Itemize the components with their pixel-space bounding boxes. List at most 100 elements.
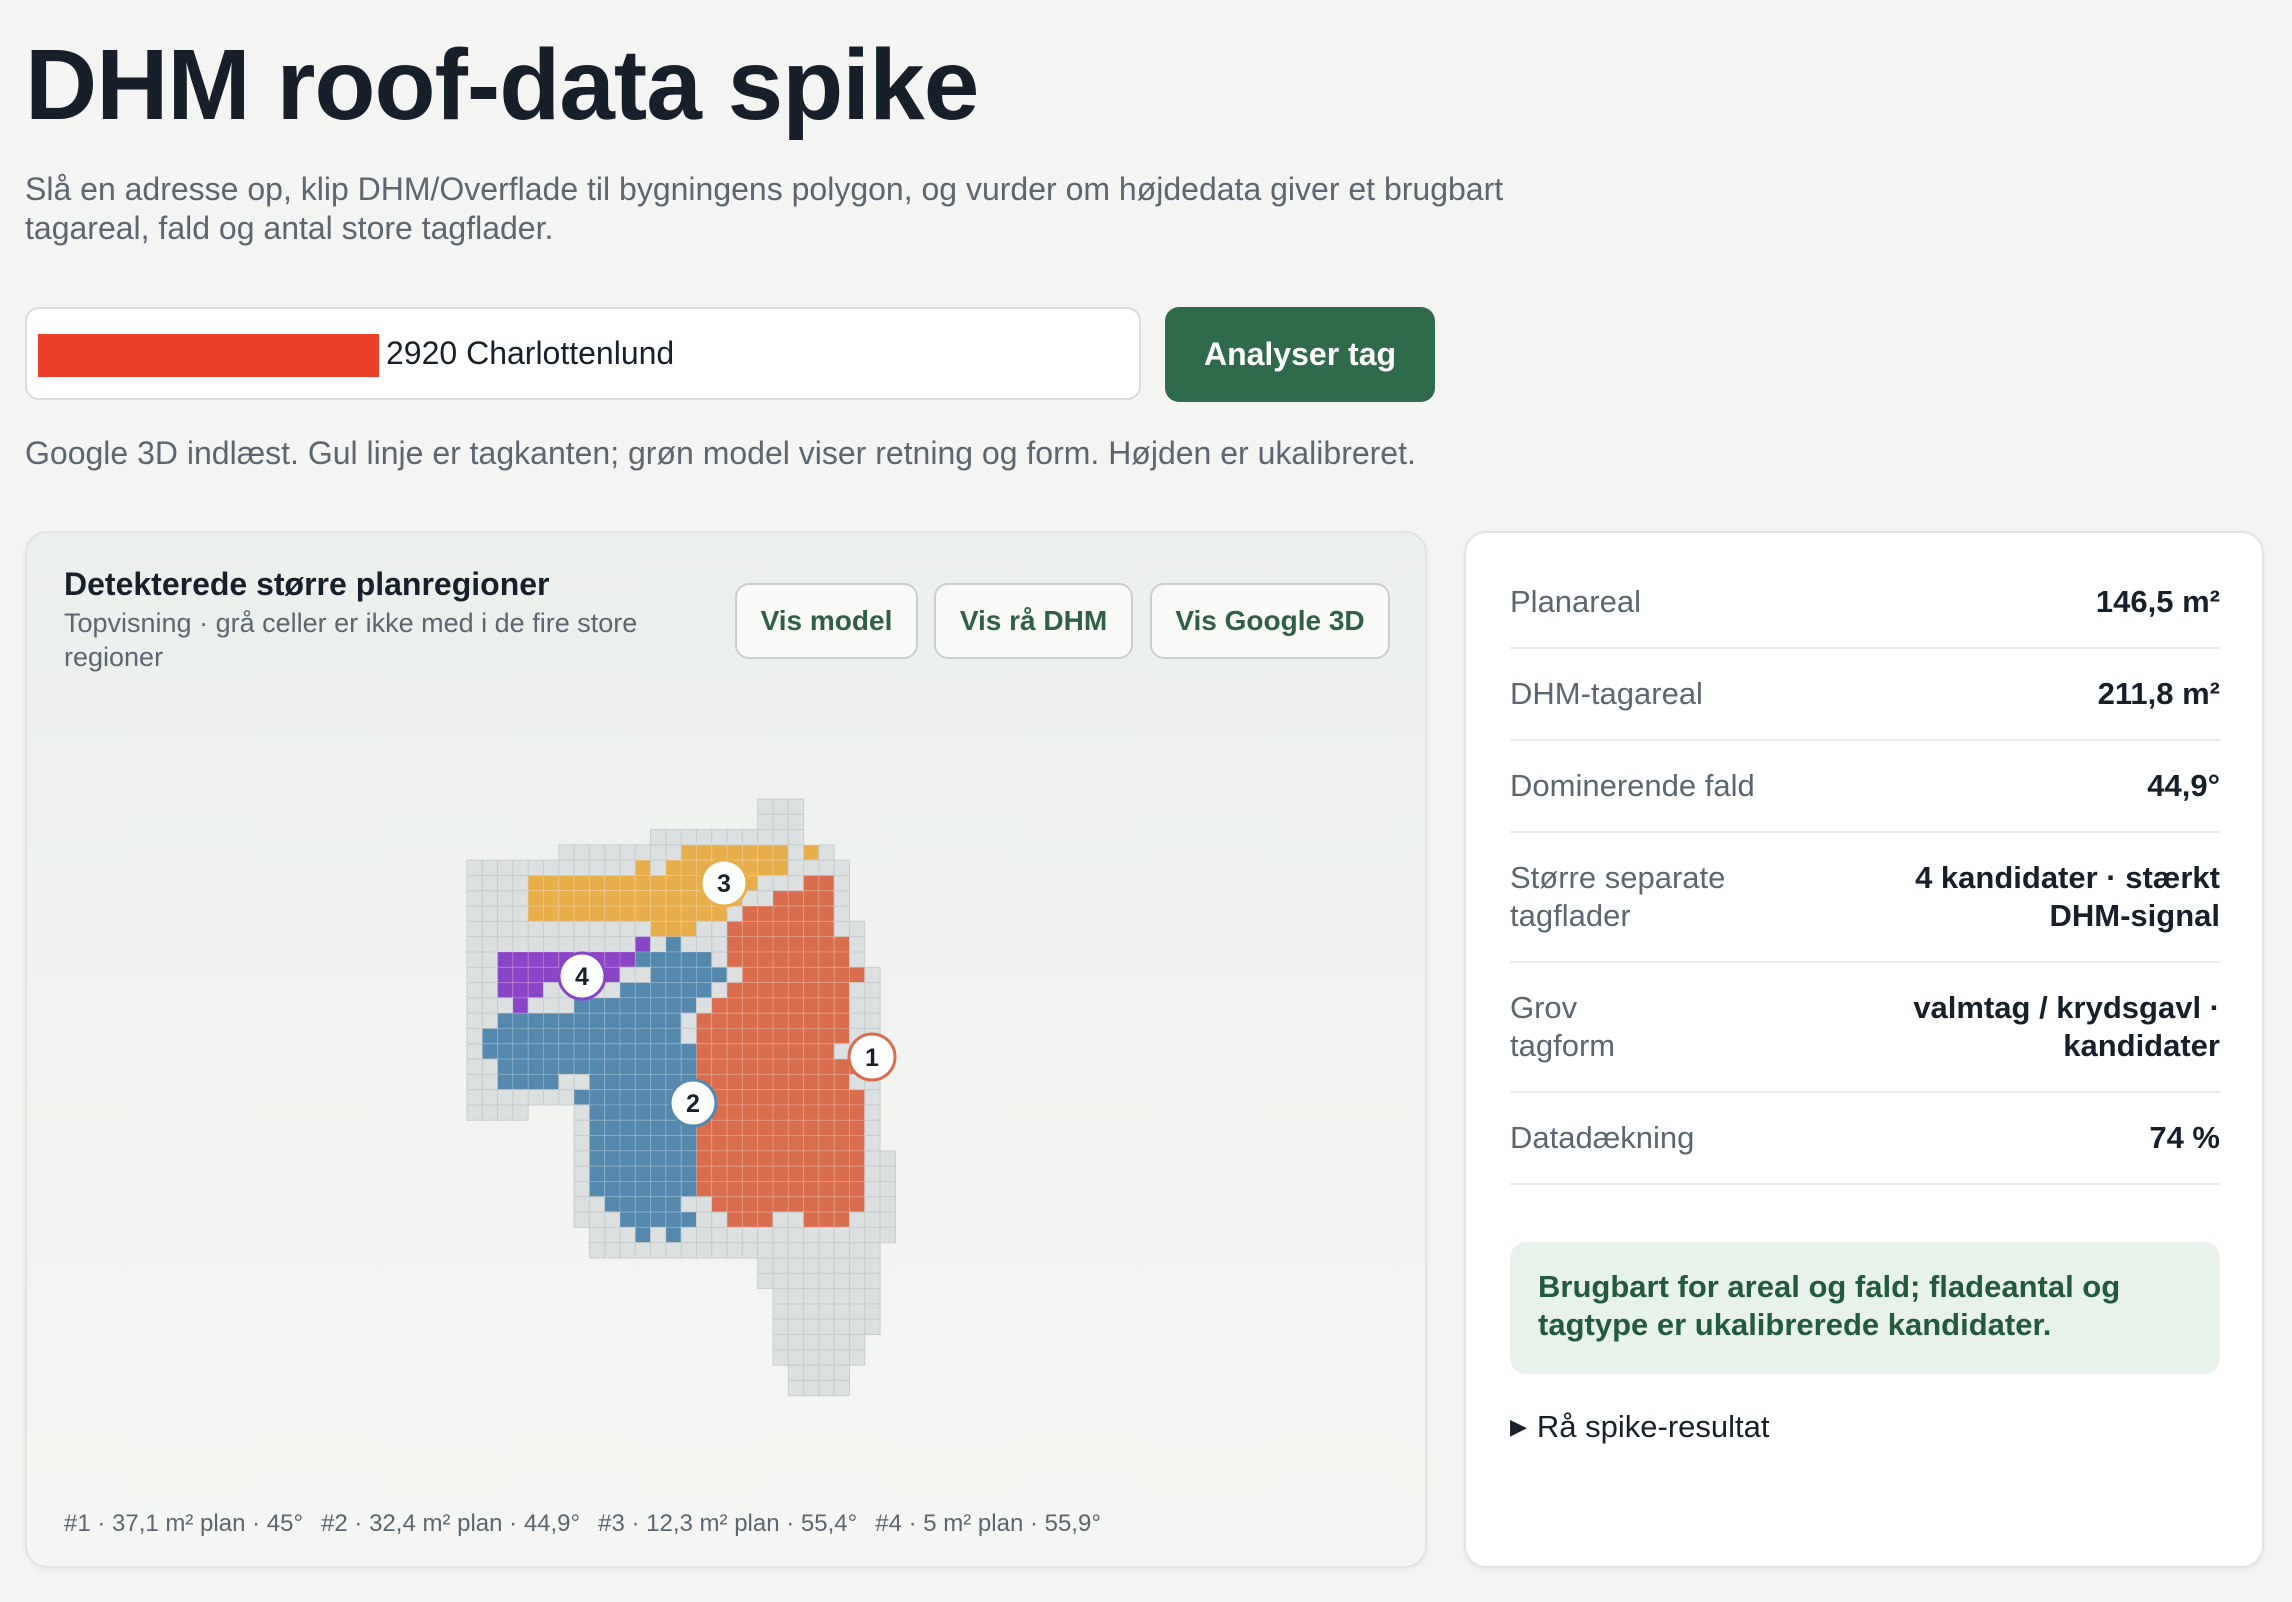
- roof-cell-unassigned: [558, 997, 575, 1014]
- roof-cell-region-2: [665, 1043, 682, 1060]
- roof-cell-region-1: [803, 1104, 820, 1121]
- roof-cell-region-3: [680, 905, 698, 922]
- roof-cell-region-4: [634, 936, 652, 953]
- roof-cell-unassigned: [512, 920, 529, 938]
- roof-cell-region-1: [818, 1012, 835, 1030]
- roof-cell-unassigned: [588, 1196, 606, 1213]
- roof-cell-region-1: [711, 1058, 728, 1075]
- roof-cell-region-1: [772, 1058, 789, 1075]
- roof-cell-region-1: [818, 997, 835, 1014]
- roof-cell-region-3: [680, 920, 698, 938]
- roof-cell-unassigned: [512, 875, 529, 892]
- stat-row-data-coverage: Datadækning 74 %: [1510, 1093, 2220, 1185]
- roof-cell-region-3: [588, 905, 606, 922]
- region-badge-1: 1: [847, 1032, 897, 1082]
- roof-cell-region-1: [818, 1104, 835, 1121]
- roof-cell-unassigned: [757, 1257, 774, 1274]
- roof-cell-region-1: [711, 1181, 728, 1198]
- roof-cell-region-2: [588, 1089, 606, 1106]
- roof-cell-region-1: [757, 1012, 774, 1030]
- roof-cell-unassigned: [481, 936, 499, 953]
- roof-cell-region-1: [803, 905, 820, 922]
- roof-cell-region-1: [772, 936, 789, 953]
- roof-cell-region-3: [696, 905, 713, 922]
- roof-cell-region-2: [573, 1043, 590, 1060]
- roof-cell-region-1: [772, 1165, 789, 1183]
- roof-cell-unassigned: [787, 1226, 805, 1244]
- roof-cell-region-2: [680, 982, 698, 999]
- roof-cell-region-1: [787, 982, 805, 999]
- roof-cell-region-3: [619, 905, 636, 922]
- roof-cell-region-2: [558, 1012, 575, 1030]
- stat-list: Planareal 146,5 m² DHM-tagareal 211,8 m²…: [1510, 557, 2220, 1185]
- roof-cell-region-3: [543, 890, 560, 907]
- roof-cell-region-2: [619, 997, 636, 1014]
- roof-cell-region-2: [588, 1165, 606, 1183]
- roof-cell-region-2: [604, 1150, 621, 1167]
- roof-cell-region-2: [527, 1043, 545, 1060]
- analyze-roof-button[interactable]: Analyser tag: [1165, 307, 1435, 402]
- roof-cell-region-4: [512, 997, 529, 1014]
- roof-cell-region-2: [619, 1073, 636, 1091]
- roof-cell-region-3: [711, 844, 728, 861]
- roof-cell-region-2: [588, 1028, 606, 1045]
- roof-cell-unassigned: [726, 905, 743, 922]
- raw-result-toggle[interactable]: ▶ Rå spike-resultat: [1510, 1409, 1770, 1445]
- roof-cell-region-3: [665, 875, 682, 892]
- roof-cell-unassigned: [497, 875, 514, 892]
- roof-cell-unassigned: [833, 1272, 851, 1290]
- stat-row-roof-faces: Større separate tagflader 4 kandidater ·…: [1510, 833, 2220, 963]
- roof-cell-region-1: [757, 1058, 774, 1075]
- roof-cell-unassigned: [787, 844, 805, 861]
- roof-cell-unassigned: [573, 1104, 590, 1121]
- roof-cell-unassigned: [466, 966, 483, 984]
- roof-cell-region-2: [619, 1211, 636, 1228]
- roof-cell-region-1: [726, 1058, 743, 1075]
- roof-cell-unassigned: [680, 1226, 698, 1244]
- roof-cell-region-1: [787, 1073, 805, 1091]
- roof-cell-region-1: [741, 1058, 759, 1075]
- roof-cell-unassigned: [803, 1334, 820, 1351]
- roof-cell-unassigned: [864, 1272, 881, 1290]
- roof-cell-unassigned: [787, 1364, 805, 1381]
- roof-cell-unassigned: [634, 1242, 652, 1259]
- roof-cell-region-1: [818, 1058, 835, 1075]
- roof-cell-region-1: [833, 1196, 851, 1213]
- roof-cell-region-2: [604, 1012, 621, 1030]
- roof-cell-unassigned: [527, 859, 545, 877]
- roof-cell-region-3: [680, 890, 698, 907]
- roof-cell-unassigned: [864, 1226, 881, 1244]
- roof-cell-region-1: [818, 1043, 835, 1060]
- roof-cell-unassigned: [481, 966, 499, 984]
- roof-cell-region-2: [588, 1073, 606, 1091]
- roof-cell-region-1: [711, 1119, 728, 1137]
- roof-cell-region-1: [741, 1089, 759, 1106]
- roof-cell-region-3: [665, 890, 682, 907]
- roof-cell-region-1: [726, 997, 743, 1014]
- roof-cell-region-2: [665, 1058, 682, 1075]
- roof-cell-unassigned: [803, 1349, 820, 1366]
- roof-cell-region-1: [726, 1150, 743, 1167]
- roof-cell-region-1: [803, 1043, 820, 1060]
- roof-cell-unassigned: [772, 813, 789, 831]
- roof-cell-unassigned: [879, 1181, 896, 1198]
- roof-cell-unassigned: [849, 997, 866, 1014]
- roof-cell-region-1: [696, 1135, 713, 1152]
- roof-cell-region-3: [665, 905, 682, 922]
- roof-cell-region-2: [497, 1073, 514, 1091]
- roof-cell-region-2: [604, 997, 621, 1014]
- roof-cell-region-2: [619, 1119, 636, 1137]
- address-field[interactable]: [25, 307, 1141, 400]
- roof-cell-unassigned: [833, 875, 851, 892]
- address-input[interactable]: [386, 309, 1126, 398]
- roof-cell-region-1: [833, 1181, 851, 1198]
- roof-cell-region-2: [558, 1058, 575, 1075]
- roof-cell-unassigned: [619, 844, 636, 861]
- roof-cell-unassigned: [497, 905, 514, 922]
- roof-cell-region-2: [558, 1043, 575, 1060]
- roof-cell-region-1: [818, 1196, 835, 1213]
- roof-cell-unassigned: [573, 1073, 590, 1091]
- roof-cell-unassigned: [711, 1211, 728, 1228]
- roof-cell-region-2: [665, 997, 682, 1014]
- roof-cell-unassigned: [466, 1058, 483, 1075]
